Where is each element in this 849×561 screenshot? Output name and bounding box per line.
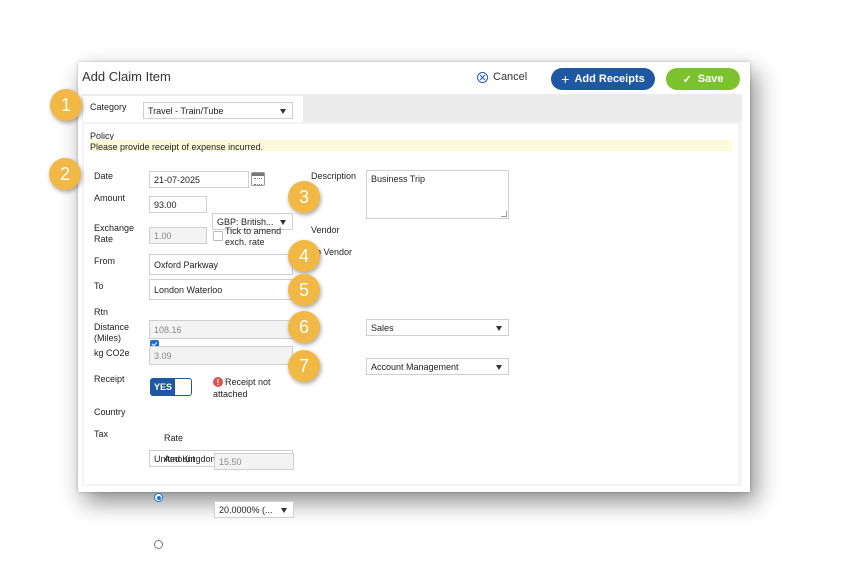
checkmark-icon: ✓ <box>682 73 692 86</box>
callout-badge-2: 2 <box>49 158 81 190</box>
cancel-label: Cancel <box>493 71 528 83</box>
resize-handle-icon[interactable] <box>501 211 507 217</box>
vendor-select[interactable]: Sales <box>366 319 509 336</box>
sub-vendor-value: Account Management <box>371 361 459 372</box>
exchange-rate-label-line2: Rate <box>94 234 114 244</box>
date-input[interactable]: 21-07-2025 <box>149 171 249 188</box>
callout-badge-7: 7 <box>288 350 320 382</box>
return-label: Rtn <box>94 307 109 317</box>
amend-rate-label-line2: exch. rate <box>225 237 265 247</box>
distance-label-line2: (Miles) <box>94 333 121 343</box>
co2-value: 3.09 <box>154 350 172 361</box>
tax-rate-label: Rate <box>164 433 184 443</box>
amount-value: 93.00 <box>154 199 177 210</box>
calendar-icon[interactable] <box>251 172 265 186</box>
receipt-toggle-on: YES <box>151 379 175 395</box>
tax-amount-label: Amount <box>164 454 196 464</box>
exchange-rate-value: 1.00 <box>154 230 172 241</box>
from-value: Oxford Parkway <box>154 259 219 270</box>
callout-badge-5: 5 <box>288 274 320 306</box>
chevron-down-icon <box>280 220 286 225</box>
from-label: From <box>94 256 115 266</box>
callout-badge-6: 6 <box>288 311 320 343</box>
amend-rate-checkbox[interactable] <box>213 231 223 241</box>
cancel-button[interactable]: Cancel <box>477 71 527 83</box>
distance-label-line1: Distance <box>94 322 130 332</box>
tax-rate-select[interactable]: 20.0000% (... <box>214 501 294 518</box>
dialog-title: Add Claim Item <box>82 69 171 84</box>
warning-icon: ! <box>213 377 223 387</box>
callout-badge-1: 1 <box>50 89 82 121</box>
callout-badge-4: 4 <box>288 240 320 272</box>
amend-rate-label-line1: Tick to amend <box>225 226 282 236</box>
co2-input: 3.09 <box>149 346 293 365</box>
chevron-down-icon <box>496 326 502 331</box>
to-input[interactable]: London Waterloo <box>149 279 293 300</box>
amount-label: Amount <box>94 193 126 203</box>
currency-value: GBP: British... <box>217 216 274 227</box>
exchange-rate-input: 1.00 <box>149 227 207 244</box>
date-label: Date <box>94 171 114 181</box>
chevron-down-icon <box>281 508 287 513</box>
category-select[interactable]: Travel - Train/Tube <box>143 102 293 119</box>
tax-amount-radio[interactable] <box>154 540 163 549</box>
description-label: Description <box>311 171 357 181</box>
tax-amount-input: 15.50 <box>214 453 294 470</box>
sub-vendor-select[interactable]: Account Management <box>366 358 509 375</box>
vendor-value: Sales <box>371 322 394 333</box>
to-value: London Waterloo <box>154 284 223 295</box>
policy-text: Please provide receipt of expense incurr… <box>90 142 264 152</box>
to-label: To <box>94 281 104 291</box>
distance-value: 108.16 <box>154 324 182 335</box>
receipt-label: Receipt <box>94 374 125 384</box>
tax-rate-radio[interactable] <box>154 493 163 502</box>
description-textarea[interactable]: Business Trip <box>366 170 509 219</box>
chevron-down-icon <box>496 365 502 370</box>
add-receipts-label: Add Receipts <box>574 73 645 85</box>
country-label: Country <box>94 407 126 417</box>
tax-amount-value: 15.50 <box>219 456 242 467</box>
description-value: Business Trip <box>371 174 426 184</box>
category-value: Travel - Train/Tube <box>148 105 224 116</box>
cancel-icon <box>477 71 488 83</box>
distance-input: 108.16 <box>149 320 293 339</box>
add-receipts-button[interactable]: + Add Receipts <box>551 68 655 90</box>
date-value: 21-07-2025 <box>154 174 201 185</box>
tax-label: Tax <box>94 429 109 439</box>
co2-label: kg CO2e <box>94 348 130 358</box>
exchange-rate-label-line1: Exchange <box>94 223 135 233</box>
receipt-warning-line2: attached <box>213 389 248 399</box>
save-button[interactable]: ✓ Save <box>666 68 740 90</box>
vendor-label: Vendor <box>311 225 340 235</box>
amount-input[interactable]: 93.00 <box>149 196 207 213</box>
from-input[interactable]: Oxford Parkway <box>149 254 293 275</box>
tax-rate-value: 20.0000% (... <box>219 504 273 515</box>
chevron-down-icon <box>280 109 286 114</box>
save-label: Save <box>697 73 724 85</box>
callout-badge-3: 3 <box>288 181 320 213</box>
category-label: Category <box>90 102 127 112</box>
plus-icon: + <box>561 71 570 87</box>
receipt-warning-line1: Receipt not <box>225 377 271 387</box>
receipt-toggle[interactable]: YES <box>150 378 192 396</box>
